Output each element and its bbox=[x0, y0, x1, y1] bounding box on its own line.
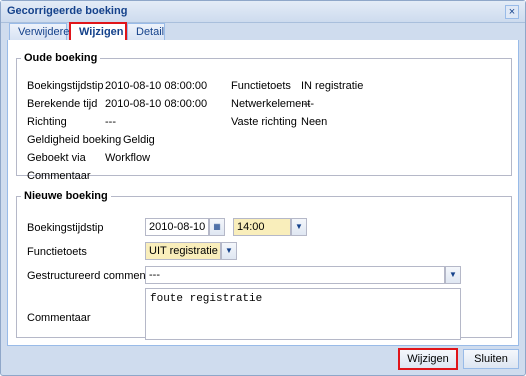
boekingstijdstip-value: 2010-08-10 08:00:00 bbox=[105, 80, 208, 92]
nieuw-commentaar-label: Commentaar bbox=[27, 312, 91, 324]
geboekt-via-value: Workflow bbox=[105, 152, 151, 164]
nieuw-functietoets-label: Functietoets bbox=[27, 246, 87, 258]
chevron-down-icon[interactable]: ▼ bbox=[221, 242, 237, 260]
oude-boeking-fieldset: Oude boeking Boekingstijdstip 2010-08-10… bbox=[16, 52, 512, 182]
commentaar-textarea[interactable]: foute registratie bbox=[145, 288, 461, 340]
netwerkelement-value: --- bbox=[303, 98, 314, 110]
date-field[interactable]: 2010-08-10 bbox=[145, 218, 209, 236]
richting-value: --- bbox=[105, 116, 116, 128]
geldigheid-boeking-label: Geldigheid boeking bbox=[27, 134, 122, 146]
richting-label: Richting bbox=[27, 116, 67, 128]
geboekt-via-label: Geboekt via bbox=[27, 152, 86, 164]
chevron-down-icon[interactable]: ▼ bbox=[291, 218, 307, 236]
gestructureerd-commentaar-label: Gestructureerd commentaar bbox=[27, 270, 165, 282]
gestructureerd-commentaar-select[interactable]: --- bbox=[145, 266, 445, 284]
dialog-title: Gecorrigeerde boeking bbox=[7, 5, 128, 17]
boekingstijdstip-label: Boekingstijdstip bbox=[27, 80, 104, 92]
wijzigen-button[interactable]: Wijzigen bbox=[398, 348, 458, 370]
tab-label: Wijzigen bbox=[79, 26, 124, 38]
edit-booking-dialog: Gecorrigeerde boeking × Verwijderen Wijz… bbox=[0, 0, 526, 376]
nieuw-boekingstijdstip-label: Boekingstijdstip bbox=[27, 222, 104, 234]
tab-verwijderen[interactable]: Verwijderen bbox=[9, 23, 75, 41]
nieuwe-boeking-fieldset: Nieuwe boeking Boekingstijdstip 2010-08-… bbox=[16, 190, 512, 340]
time-field[interactable]: 14:00 bbox=[233, 218, 291, 236]
berekende-tijd-value: 2010-08-10 08:00:00 bbox=[105, 98, 208, 110]
tab-detail[interactable]: Detail bbox=[127, 23, 165, 41]
tab-strip: Verwijderen Wijzigen Detail bbox=[7, 22, 519, 43]
oude-boeking-legend: Oude boeking bbox=[24, 52, 98, 64]
close-icon[interactable]: × bbox=[505, 5, 519, 19]
functietoets-select[interactable]: UIT registratie bbox=[145, 242, 221, 260]
tab-label: Verwijderen bbox=[18, 26, 76, 38]
berekende-tijd-label: Berekende tijd bbox=[27, 98, 98, 110]
chevron-down-icon[interactable]: ▼ bbox=[445, 266, 461, 284]
nieuwe-boeking-legend: Nieuwe boeking bbox=[24, 190, 108, 202]
calendar-icon[interactable]: ▦ bbox=[209, 218, 225, 236]
commentaar-label: Commentaar bbox=[27, 170, 91, 182]
functietoets-value: IN registratie bbox=[301, 80, 364, 92]
functietoets-label: Functietoets bbox=[231, 80, 291, 92]
vaste-richting-label: Vaste richting bbox=[231, 116, 297, 128]
geldigheid-boeking-value: Geldig bbox=[123, 134, 155, 146]
sluiten-button[interactable]: Sluiten bbox=[463, 349, 519, 369]
tab-label: Detail bbox=[136, 26, 165, 38]
title-bar[interactable]: Gecorrigeerde boeking × bbox=[1, 1, 525, 23]
netwerkelement-label: Netwerkelement bbox=[231, 98, 311, 110]
tab-panel: Oude boeking Boekingstijdstip 2010-08-10… bbox=[7, 40, 519, 346]
vaste-richting-value: Neen bbox=[301, 116, 328, 128]
